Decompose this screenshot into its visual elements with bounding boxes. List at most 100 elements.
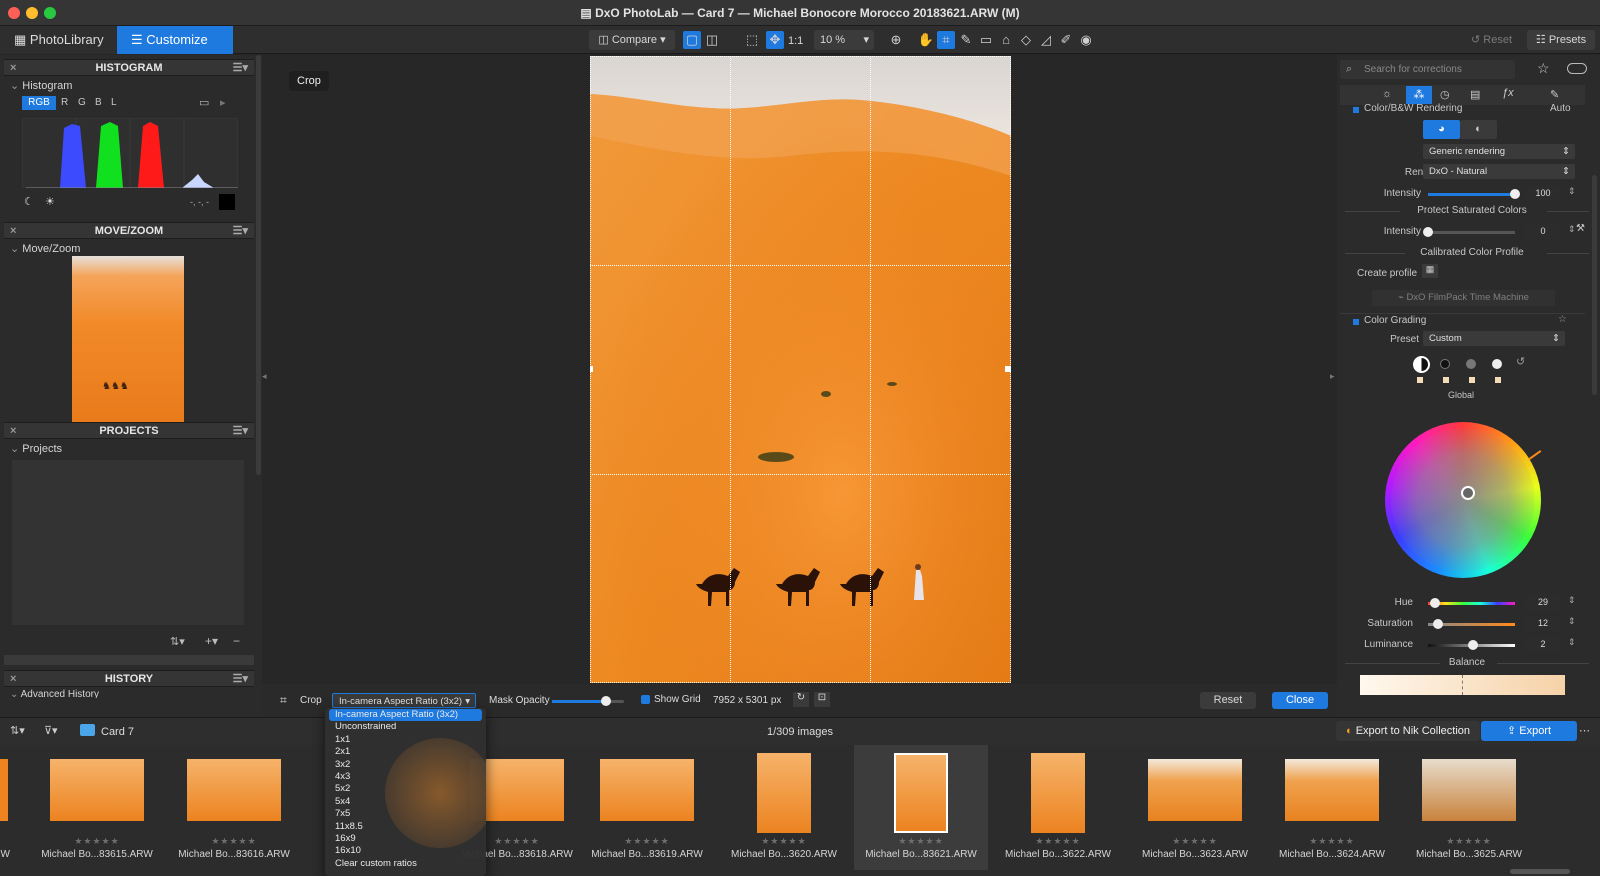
mask-opacity-slider[interactable]	[552, 696, 624, 706]
thumbnail[interactable]: ★★★★★ Michael Bo...83616.ARW	[167, 745, 301, 870]
light-icon[interactable]: ☼	[1382, 88, 1392, 100]
repair-icon[interactable]: ✐	[1057, 31, 1075, 49]
thumbnail[interactable]: ★★★★★ Michael Bo...3625.ARW	[1402, 745, 1536, 870]
slider-knob[interactable]	[1423, 227, 1433, 237]
dropdown-item[interactable]: In-camera Aspect Ratio (3x2)	[329, 709, 482, 722]
thumbnail[interactable]: ★★★★★ Michael Bo...3624.ARW	[1265, 745, 1399, 870]
compare-button[interactable]: ◫ Compare ▾	[589, 30, 675, 50]
rating-stars[interactable]: ★★★★★	[580, 836, 714, 847]
main-photo[interactable]	[590, 56, 1011, 683]
collapse-right-icon[interactable]: ▸	[1330, 371, 1335, 382]
channel-l[interactable]: L	[111, 97, 117, 108]
stepper-icon[interactable]: ⇕	[1568, 616, 1576, 627]
dropdown-item[interactable]: 4x3	[325, 771, 486, 783]
rating-stars[interactable]: ★★★★★	[30, 836, 164, 847]
thumbnail[interactable]: ★★★★★ Michael Bo...83615.ARW	[30, 745, 164, 870]
split-view-icon[interactable]: ◫	[703, 31, 721, 49]
intensity-slider[interactable]	[1428, 189, 1520, 199]
luminance-slider[interactable]	[1428, 640, 1515, 650]
gamut-icon[interactable]: ▸	[220, 96, 226, 109]
close-icon[interactable]: ×	[10, 223, 16, 240]
thumbnail[interactable]: ★★★★★ Michael Bo...83621.ARW	[854, 745, 988, 870]
shadow-clip-icon[interactable]: ☾	[24, 195, 34, 208]
crop-icon[interactable]: ⌗	[937, 31, 955, 49]
thumbnail[interactable]: ★★★★★ Michael Bo...3622.ARW	[991, 745, 1125, 870]
dropdown-item[interactable]: 2x1	[325, 746, 486, 758]
highlights-wheel-button[interactable]	[1492, 359, 1502, 369]
crop-handle-left[interactable]	[590, 366, 593, 372]
color-icon[interactable]: ⁂	[1406, 86, 1432, 104]
tab-customize[interactable]: ☰ Customize	[117, 26, 233, 54]
thumbnail[interactable]: ★★★★★ Michael Bo...3623.ARW	[1128, 745, 1262, 870]
reset-button[interactable]: ↺ Reset	[1463, 30, 1520, 50]
rating-stars[interactable]: ★★★★★	[1265, 836, 1399, 847]
panel-menu-icon[interactable]: ☰▾	[233, 671, 248, 688]
stepper-icon[interactable]: ⇕	[1568, 637, 1576, 648]
show-grid-checkbox[interactable]	[641, 695, 650, 704]
thumbnail[interactable]: ★★★★★ Michael Bo...83619.ARW	[580, 745, 714, 870]
eye-icon[interactable]: ◉	[1077, 31, 1095, 49]
thumbnail-partial[interactable]	[0, 759, 8, 821]
dropdown-item[interactable]: 1x1	[325, 734, 486, 746]
close-icon[interactable]: ×	[10, 671, 16, 688]
lock-icon[interactable]: ⊡	[814, 692, 830, 707]
color-wheel[interactable]	[1385, 422, 1542, 578]
toggle-icon[interactable]	[1567, 63, 1587, 74]
slider-knob[interactable]	[1429, 598, 1440, 608]
fit-icon[interactable]: ⬚	[743, 31, 761, 49]
balance-slider[interactable]	[1360, 675, 1565, 695]
stepper-icon[interactable]: ⇕	[1568, 224, 1576, 235]
thumbnail-image[interactable]	[757, 753, 811, 833]
filmstrip-scrollbar[interactable]	[1510, 869, 1570, 874]
thumbnail-image[interactable]	[50, 759, 144, 821]
sort-icon[interactable]: ⇅▾	[170, 635, 185, 648]
stepper-icon[interactable]: ⇕	[1568, 186, 1576, 197]
saturation-slider[interactable]	[1428, 619, 1515, 629]
brush-icon[interactable]: ✎	[1550, 88, 1559, 101]
tab-photolibrary[interactable]: ▦ PhotoLibrary	[0, 26, 117, 54]
eyedropper-icon[interactable]: ✎	[957, 31, 975, 49]
dropdown-item[interactable]: 16x10	[325, 845, 486, 857]
hue-value[interactable]: 29	[1525, 595, 1561, 610]
dropdown-item[interactable]: 11x8.5	[325, 821, 486, 833]
close-icon[interactable]: ×	[10, 60, 16, 77]
dropdown-item[interactable]: 5x2	[325, 783, 486, 795]
rating-stars[interactable]: ★★★★★	[1128, 836, 1262, 847]
thumbnail-image[interactable]	[1422, 759, 1516, 821]
rotate-icon[interactable]: ↻	[793, 692, 809, 707]
close-icon[interactable]: ×	[10, 423, 16, 440]
thumbnail-image[interactable]	[600, 759, 694, 821]
intensity-value[interactable]: 100	[1525, 186, 1561, 201]
panel-menu-icon[interactable]: ☰▾	[233, 60, 248, 77]
export-nik-button[interactable]: ◐ Export to Nik Collection	[1336, 721, 1480, 741]
move-icon[interactable]: ✥	[766, 31, 784, 49]
channel-r[interactable]: R	[61, 97, 68, 108]
wheel-handle[interactable]	[1461, 486, 1475, 500]
midtones-wheel-button[interactable]	[1466, 359, 1476, 369]
reset-icon[interactable]: ↺	[1516, 355, 1525, 368]
add-project-icon[interactable]: +▾	[205, 634, 218, 648]
picker-icon[interactable]: ⚒	[1576, 223, 1585, 234]
type-select[interactable]: Generic rendering ⇕	[1423, 144, 1575, 159]
zoom-select[interactable]: 10 % ▾	[814, 30, 874, 50]
single-view-icon[interactable]: ▢	[683, 31, 701, 49]
luminance-value[interactable]: 2	[1525, 637, 1561, 652]
thumbnail-image[interactable]	[187, 759, 281, 821]
thumbnail-image[interactable]	[1285, 759, 1379, 821]
rendering-select[interactable]: DxO - Natural ⇕	[1423, 164, 1575, 179]
perspective-icon[interactable]: ⌂	[997, 31, 1015, 49]
channel-g[interactable]: G	[78, 97, 86, 108]
zoom-in-icon[interactable]: ⊕	[887, 31, 905, 49]
search-box[interactable]: ⌕ Search for corrections	[1340, 60, 1515, 79]
crop-reset-button[interactable]: Reset	[1200, 692, 1256, 709]
hue-slider[interactable]	[1428, 598, 1515, 608]
protect-intensity-value[interactable]: 0	[1525, 224, 1561, 239]
dropdown-item[interactable]: Clear custom ratios	[325, 858, 486, 870]
filter-icon[interactable]: ⊽▾	[44, 724, 58, 737]
left-panel-scrollbar[interactable]	[256, 55, 261, 475]
presets-button[interactable]: ☷ Presets	[1527, 30, 1595, 50]
filmpack-button[interactable]: ⌁ DxO FilmPack Time Machine	[1372, 290, 1555, 306]
crop-frame[interactable]	[590, 56, 1011, 683]
rating-stars[interactable]: ★★★★★	[854, 836, 988, 847]
color-bw-enable[interactable]	[1353, 107, 1359, 113]
